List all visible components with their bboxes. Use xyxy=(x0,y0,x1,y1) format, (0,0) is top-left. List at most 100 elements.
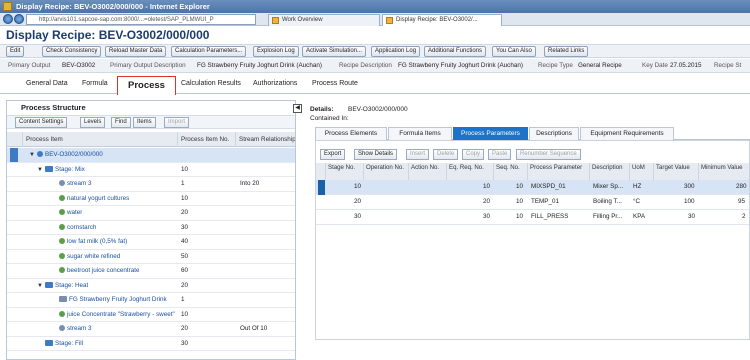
tree-row[interactable]: stream 3 20 Out Of 10 xyxy=(7,322,295,337)
browser-tab-display-recipe[interactable]: Display Recipe: BEV-O3002/... xyxy=(382,14,502,26)
renumber-sequence-button[interactable]: Renumber Sequence xyxy=(516,149,581,160)
tree-item-label[interactable]: Stage: Mix xyxy=(45,163,85,177)
col-process-item-no: Process Item No. xyxy=(178,132,236,147)
delete-button[interactable]: Delete xyxy=(433,149,459,160)
reload-master-data-button[interactable]: Reload Master Data xyxy=(105,46,167,57)
tab-process-parameters[interactable]: Process Parameters xyxy=(453,127,528,140)
tree-item-label[interactable]: natural yogurt cultures xyxy=(59,192,129,206)
copy-button[interactable]: Copy xyxy=(462,149,485,160)
item-no: 20 xyxy=(181,281,189,289)
tab-descriptions[interactable]: Descriptions xyxy=(529,127,579,140)
tab-formula[interactable]: Formula xyxy=(82,80,108,87)
table-row[interactable]: 10 10 10 MIXSPD_01 Mixer Sp... HZ 300 28… xyxy=(316,180,749,195)
tree-row[interactable]: FG Strawberry Fruity Joghurt Drink 1 xyxy=(7,293,295,308)
tree-item-label[interactable]: juice Concentrate "Strawberry - sweet" xyxy=(59,308,175,322)
explosion-log-button[interactable]: Explosion Log xyxy=(253,46,299,57)
process-parameters-table: Export Show Details Insert Delete Copy P… xyxy=(315,140,750,340)
tree-row[interactable]: ▼ BEV-O3002/000/000 xyxy=(7,148,295,163)
application-log-button[interactable]: Application Log xyxy=(371,46,421,57)
tree-row[interactable]: water 20 xyxy=(7,206,295,221)
collapse-panel-icon[interactable]: ◀ xyxy=(293,104,302,113)
levels-button[interactable]: Levels xyxy=(80,117,106,128)
seq-no: 10 xyxy=(516,183,524,190)
process-structure-title: Process Structure xyxy=(7,101,295,114)
calculation-parameters-button[interactable]: Calculation Parameters... xyxy=(171,46,247,57)
related-links-button[interactable]: Related Links xyxy=(544,46,589,57)
tab-equipment-requirements[interactable]: Equipment Requirements xyxy=(580,127,674,140)
collapse-arrow-icon[interactable]: ▼ xyxy=(37,163,43,177)
content-settings-button[interactable]: Content Settings xyxy=(15,117,68,128)
edit-button[interactable]: Edit xyxy=(6,46,25,57)
item-no: 40 xyxy=(181,238,189,245)
tree-item-label[interactable]: stream 3 xyxy=(59,322,92,336)
import-button[interactable]: Import xyxy=(164,117,190,128)
eq-req-no: 30 xyxy=(483,213,491,220)
stage-no: 10 xyxy=(354,183,362,190)
tree-row[interactable]: ▼ Stage: Heat 20 xyxy=(7,279,295,293)
tree-item-label[interactable]: low fat milk (0,5% fat) xyxy=(59,235,127,249)
eq-req-no: 20 xyxy=(483,198,491,205)
col-action-no: Action No. xyxy=(409,163,447,180)
show-details-button[interactable]: Show Details xyxy=(354,149,398,160)
tab-process-route[interactable]: Process Route xyxy=(312,80,358,87)
items-button[interactable]: Items xyxy=(133,117,156,128)
tree-row[interactable]: juice Concentrate "Strawberry - sweet" 1… xyxy=(7,308,295,322)
seq-no: 10 xyxy=(516,213,524,220)
material-icon xyxy=(59,252,65,259)
additional-functions-button[interactable]: Additional Functions xyxy=(424,46,487,57)
tree-row[interactable]: beetroot juice concentrate 60 xyxy=(7,264,295,279)
tree-item-label[interactable]: Stage: Heat xyxy=(45,279,88,293)
tree-item-label[interactable]: beetroot juice concentrate xyxy=(59,264,139,278)
collapse-arrow-icon[interactable]: ▼ xyxy=(37,279,43,293)
recipe-desc-value: FG Strawberry Fruity Joghurt Drink (Auch… xyxy=(398,62,523,69)
tree-item-label[interactable]: Stage: Fill xyxy=(45,337,83,351)
tree-item-label[interactable]: BEV-O3002/000/000 xyxy=(37,148,103,162)
row-select-handle[interactable] xyxy=(318,180,325,195)
find-button[interactable]: Find xyxy=(111,117,131,128)
tree-item-label[interactable]: sugar white refined xyxy=(59,250,120,264)
tab-process-elements[interactable]: Process Elements xyxy=(315,127,387,140)
tree-item-label[interactable]: FG Strawberry Fruity Joghurt Drink xyxy=(59,293,167,307)
tab-formula-items[interactable]: Formula Items xyxy=(388,127,452,140)
minimum-value: 280 xyxy=(736,183,747,190)
paste-button[interactable]: Paste xyxy=(488,149,512,160)
col-stage-no: Stage No. xyxy=(326,163,364,180)
eq-req-no: 10 xyxy=(483,183,491,190)
tree-row[interactable]: stream 3 1 Into 20 xyxy=(7,177,295,192)
table-row[interactable]: 20 20 10 TEMP_01 Boiling T... °C 100 95 xyxy=(316,195,749,210)
tree-row[interactable]: sugar white refined 50 xyxy=(7,250,295,264)
tree-row[interactable]: natural yogurt cultures 10 xyxy=(7,192,295,206)
you-can-also-button[interactable]: You Can Also xyxy=(492,46,536,57)
browser-tab-work-overview[interactable]: Work Overview xyxy=(268,14,380,26)
back-icon[interactable] xyxy=(3,14,13,24)
activate-simulation-button[interactable]: Activate Simulation... xyxy=(302,46,367,57)
key-date-value: 27.05.2015 xyxy=(670,62,702,69)
forward-icon[interactable] xyxy=(14,14,24,24)
tab-process[interactable]: Process xyxy=(117,76,176,95)
tree-item-label[interactable]: cornstarch xyxy=(59,221,96,235)
tree-row[interactable]: Stage: Fill 30 xyxy=(7,337,295,351)
check-consistency-button[interactable]: Check Consistency xyxy=(42,46,102,57)
row-select-handle[interactable] xyxy=(10,148,18,162)
target-value: 100 xyxy=(684,198,695,205)
item-no: 60 xyxy=(181,267,189,274)
col-process-item: Process Item xyxy=(23,132,178,147)
table-row[interactable]: 30 30 10 FILL_PRESS Filling Pr... KPA 30… xyxy=(316,210,749,225)
url-field[interactable]: http://arvis101.sapcoe-sap.com:8000/...=… xyxy=(26,14,256,25)
tree-item-label[interactable]: stream 3 xyxy=(59,177,92,191)
stream-icon xyxy=(59,180,65,186)
tree-item-label[interactable]: water xyxy=(59,206,82,220)
uom: HZ xyxy=(633,183,642,190)
tab-general-data[interactable]: General Data xyxy=(26,80,68,87)
insert-button[interactable]: Insert xyxy=(406,149,430,160)
tree-row[interactable]: low fat milk (0,5% fat) 40 xyxy=(7,235,295,250)
tree-row[interactable]: ▼ Stage: Mix 10 xyxy=(7,163,295,177)
page-icon xyxy=(272,17,279,24)
tab-authorizations[interactable]: Authorizations xyxy=(253,80,297,87)
export-button[interactable]: Export xyxy=(320,149,346,160)
stream-relationship: Into 20 xyxy=(240,180,260,187)
tab-calculation-results[interactable]: Calculation Results xyxy=(181,80,241,87)
collapse-arrow-icon[interactable]: ▼ xyxy=(29,148,35,162)
parameters-toolbar: Export Show Details Insert Delete Copy P… xyxy=(316,148,749,162)
tree-row[interactable]: cornstarch 30 xyxy=(7,221,295,235)
